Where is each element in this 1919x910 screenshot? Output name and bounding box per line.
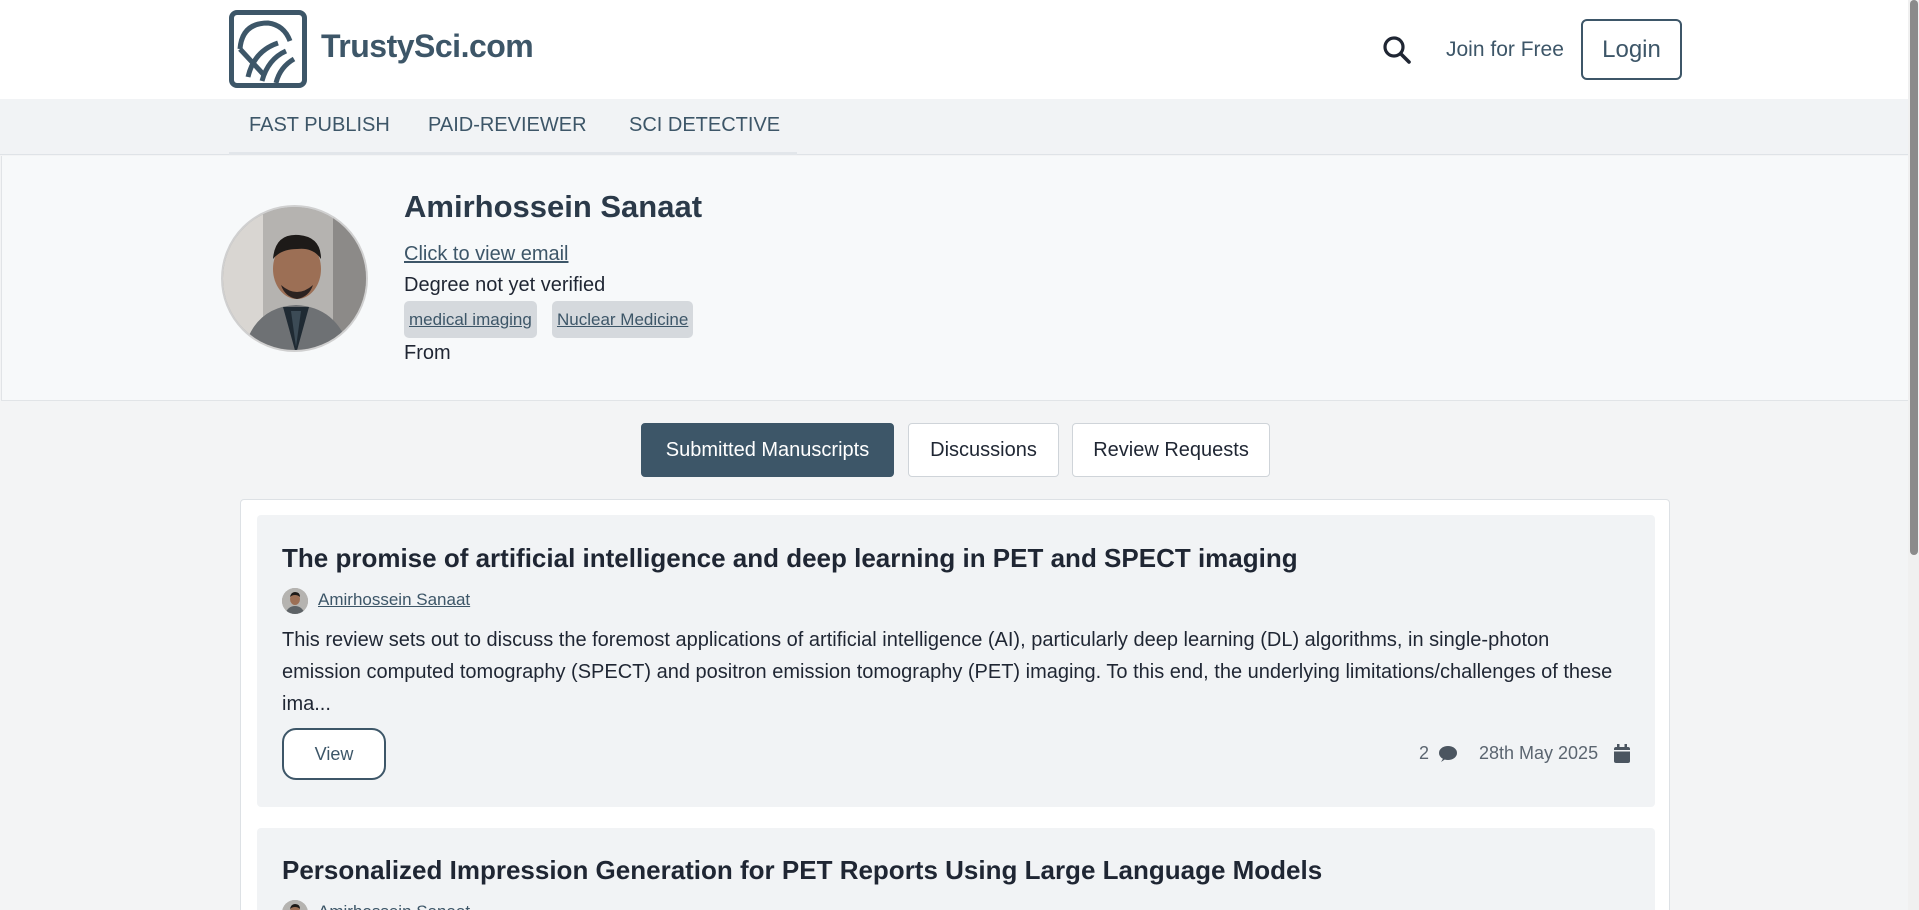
comment-icon: [1438, 745, 1458, 768]
login-button[interactable]: Login: [1581, 19, 1682, 80]
profile-name: Amirhossein Sanaat: [404, 189, 703, 224]
abstract-line: ima...: [282, 693, 331, 715]
nav-sci-detective[interactable]: SCI DETECTIVE: [629, 114, 780, 137]
logo-icon[interactable]: [229, 10, 307, 88]
main-nav: FAST PUBLISH PAID-REVIEWER SCI DETECTIVE: [0, 99, 1908, 155]
manuscript-title[interactable]: The promise of artificial intelligence a…: [282, 543, 1298, 574]
scrollbar-thumb[interactable]: [1910, 0, 1918, 555]
manuscript-date: 28th May 2025: [1479, 743, 1599, 763]
author-link[interactable]: Amirhossein Sanaat: [318, 902, 470, 910]
top-header: TrustySci.com Join for Free Login: [0, 0, 1908, 99]
nav-paid-reviewer[interactable]: PAID-REVIEWER: [428, 114, 587, 137]
abstract-line: emission computed tomography (SPECT) and…: [282, 661, 1613, 683]
manuscript-card: The promise of artificial intelligence a…: [257, 515, 1655, 807]
tag-medical-imaging[interactable]: medical imaging: [404, 301, 537, 338]
manuscript-abstract: This review sets out to discuss the fore…: [282, 624, 1642, 720]
abstract-line: This review sets out to discuss the fore…: [282, 629, 1550, 651]
tab-discussions[interactable]: Discussions: [908, 423, 1059, 477]
brand-name[interactable]: TrustySci.com: [321, 28, 534, 65]
nav-group: FAST PUBLISH PAID-REVIEWER SCI DETECTIVE: [229, 99, 797, 155]
avatar: [221, 205, 368, 352]
search-icon[interactable]: [1382, 35, 1412, 65]
nav-fast-publish[interactable]: FAST PUBLISH: [249, 114, 390, 137]
manuscript-card: Personalized Impression Generation for P…: [257, 828, 1655, 910]
manuscript-title[interactable]: Personalized Impression Generation for P…: [282, 855, 1322, 886]
tag-nuclear-medicine[interactable]: Nuclear Medicine: [552, 301, 694, 338]
view-email-link[interactable]: Click to view email: [404, 243, 568, 266]
comment-count: 2: [1419, 743, 1430, 763]
author-avatar: [282, 900, 308, 910]
author-link[interactable]: Amirhossein Sanaat: [318, 590, 470, 610]
view-button[interactable]: View: [282, 728, 386, 780]
author-avatar: [282, 588, 308, 614]
calendar-icon: [1614, 744, 1630, 768]
tab-submitted-manuscripts[interactable]: Submitted Manuscripts: [641, 423, 894, 477]
from-label: From: [404, 342, 451, 364]
tab-review-requests[interactable]: Review Requests: [1072, 423, 1270, 477]
degree-status: Degree not yet verified: [404, 274, 606, 296]
join-for-free-link[interactable]: Join for Free: [1446, 38, 1564, 62]
